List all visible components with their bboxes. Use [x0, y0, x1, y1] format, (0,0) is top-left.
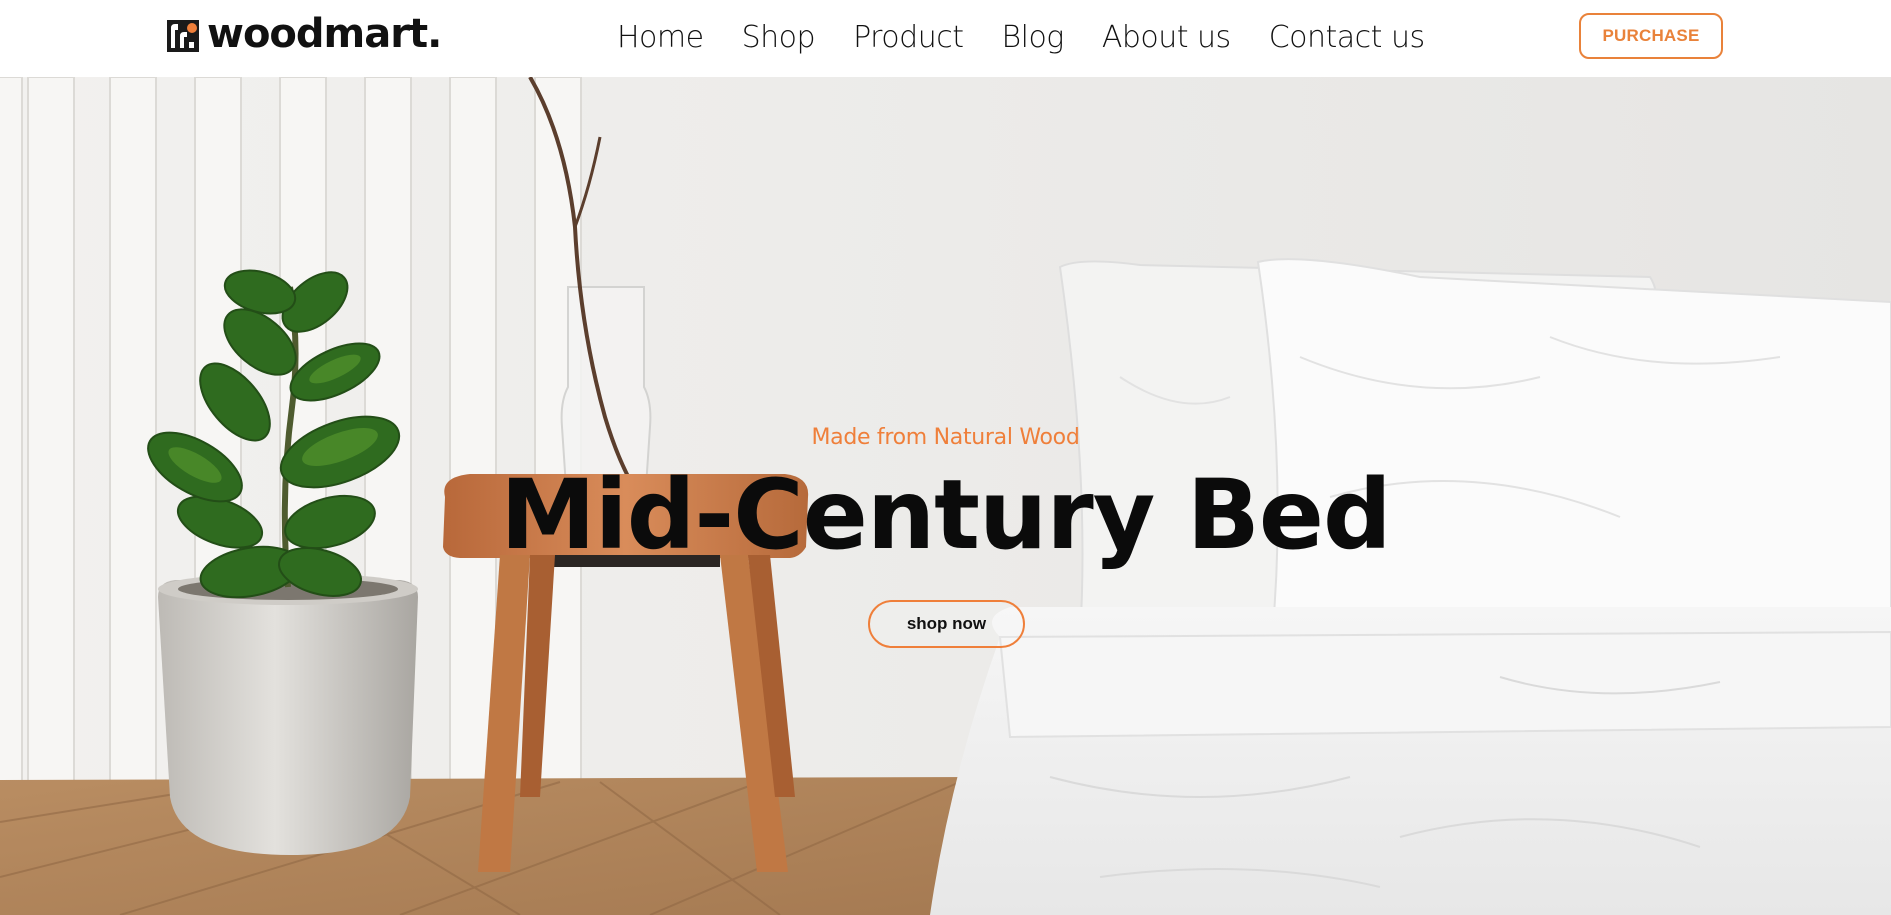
site-header: woodmart. Home Shop Product Blog About u…	[0, 0, 1891, 77]
nav-item-home[interactable]: Home	[617, 18, 704, 58]
nav-item-contact-us[interactable]: Contact us	[1269, 18, 1425, 58]
brand-logo[interactable]: woodmart.	[166, 11, 442, 57]
hero-banner: Made from Natural Wood Mid-Century Bed s…	[0, 77, 1891, 915]
brand-name: woodmart.	[207, 11, 442, 57]
nav-item-blog[interactable]: Blog	[1001, 18, 1064, 58]
nav-item-product[interactable]: Product	[853, 18, 964, 58]
nav-item-shop[interactable]: Shop	[742, 18, 816, 58]
purchase-button[interactable]: PURCHASE	[1579, 13, 1723, 59]
hero-subtitle: Made from Natural Wood	[811, 425, 1080, 450]
hero-title: Mid-Century Bed	[500, 459, 1391, 571]
woodmart-logo-icon	[167, 20, 199, 52]
main-nav: Home Shop Product Blog About us Contact …	[617, 18, 1425, 58]
nav-item-about-us[interactable]: About us	[1102, 18, 1231, 58]
shop-now-button[interactable]: shop now	[868, 600, 1025, 648]
